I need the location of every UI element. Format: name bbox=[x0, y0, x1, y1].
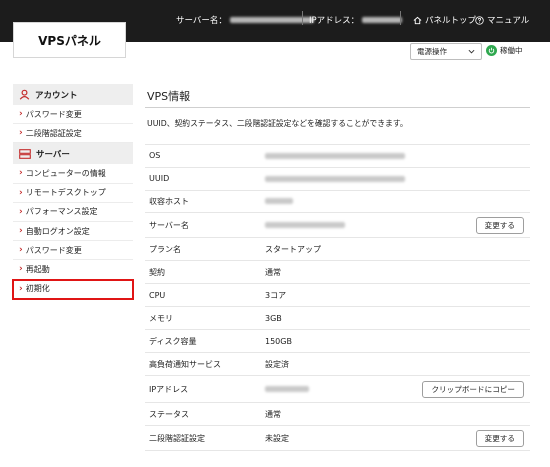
info-label: IPアドレス bbox=[149, 384, 189, 394]
chevron-right-icon: › bbox=[19, 226, 23, 237]
sidebar-item-initialize[interactable]: › 初期化 bbox=[12, 278, 134, 300]
sidebar-item-auto-logon[interactable]: › 自動ログオン設定 bbox=[13, 222, 133, 242]
vps-info-panel: VPS情報 UUID、契約ステータス、二段階認証設定などを確認することができます… bbox=[145, 84, 530, 452]
chevron-right-icon: › bbox=[19, 168, 23, 179]
app-logo[interactable]: VPSパネル bbox=[13, 22, 126, 58]
info-value: 150GB bbox=[265, 336, 292, 346]
info-label: UUID bbox=[149, 174, 170, 184]
header-divider bbox=[302, 11, 303, 25]
info-row-contract: 契約 通常 bbox=[145, 260, 530, 283]
page-description: UUID、契約ステータス、二段階認証設定などを確認することができます。 bbox=[147, 119, 408, 128]
host-value-redacted bbox=[265, 198, 293, 205]
sidebar-item-label: パスワード変更 bbox=[25, 245, 82, 255]
server-name-label: サーバー名： bbox=[176, 16, 227, 26]
info-label: 契約 bbox=[149, 267, 165, 277]
info-label: ステータス bbox=[149, 409, 189, 419]
change-two-factor-button[interactable]: 変更する bbox=[475, 430, 524, 448]
server-name-value-redacted bbox=[265, 222, 345, 229]
info-label: メモリ bbox=[149, 313, 173, 323]
header-divider bbox=[400, 11, 401, 25]
manual-link[interactable]: マニュアル bbox=[475, 14, 529, 26]
ip-address-info: IPアドレス： bbox=[309, 14, 403, 26]
user-icon bbox=[19, 89, 30, 100]
info-row-cpu: CPU 3コア bbox=[145, 283, 530, 306]
sidebar-item-reboot[interactable]: › 再起動 bbox=[13, 260, 133, 280]
sidebar-item-label: 再起動 bbox=[25, 264, 50, 274]
info-row-memory: メモリ 3GB bbox=[145, 306, 530, 329]
sidebar-item-label: 二段階認証設定 bbox=[25, 128, 82, 138]
info-label: OS bbox=[149, 151, 161, 161]
server-icon bbox=[19, 149, 31, 159]
info-label: サーバー名 bbox=[149, 220, 189, 230]
chevron-right-icon: › bbox=[19, 245, 23, 256]
info-label: 高負荷通知サービス bbox=[149, 359, 221, 369]
copy-to-clipboard-button[interactable]: クリップボードにコピー bbox=[422, 381, 524, 399]
power-operation-value: 電源操作 bbox=[417, 47, 447, 56]
sidebar-item-label: リモートデスクトップ bbox=[25, 188, 106, 198]
sidebar-heading-account: アカウント bbox=[13, 84, 133, 105]
sidebar-item-label: コンピューターの情報 bbox=[25, 168, 106, 178]
chevron-right-icon: › bbox=[19, 206, 23, 217]
chevron-right-icon: › bbox=[19, 128, 23, 139]
info-row-load-alert: 高負荷通知サービス 設定済 bbox=[145, 352, 530, 375]
server-status: 稼働中 bbox=[486, 45, 523, 56]
sidebar-heading-label: サーバー bbox=[36, 149, 70, 160]
info-row-ip: IPアドレス クリップボードにコピー bbox=[145, 375, 530, 402]
sidebar-item-two-factor[interactable]: › 二段階認証設定 bbox=[13, 124, 133, 144]
sidebar-heading-label: アカウント bbox=[35, 90, 78, 101]
chevron-right-icon: › bbox=[19, 283, 23, 294]
sidebar-item-label: パスワード変更 bbox=[25, 109, 82, 119]
info-row-os: OS bbox=[145, 144, 530, 167]
power-operation-select[interactable]: 電源操作 bbox=[410, 43, 482, 60]
info-row-server-name: サーバー名 変更する bbox=[145, 212, 530, 237]
info-row-plan: プラン名 スタートアップ bbox=[145, 237, 530, 260]
info-label: プラン名 bbox=[149, 244, 181, 254]
chevron-right-icon: › bbox=[19, 187, 23, 198]
panel-top-link[interactable]: パネルトップ bbox=[413, 14, 476, 26]
sidebar-item-performance[interactable]: › パフォーマンス設定 bbox=[13, 203, 133, 222]
manual-label: マニュアル bbox=[487, 16, 530, 26]
info-row-host: 収容ホスト bbox=[145, 189, 530, 213]
server-name-info: サーバー名： bbox=[176, 14, 314, 26]
change-server-name-button[interactable]: 変更する bbox=[475, 217, 524, 235]
sidebar-item-server-password[interactable]: › パスワード変更 bbox=[13, 241, 133, 261]
ip-address-label: IPアドレス： bbox=[309, 16, 360, 26]
chevron-down-icon bbox=[468, 49, 475, 54]
info-label: 収容ホスト bbox=[149, 196, 189, 206]
info-value: 通常 bbox=[265, 267, 281, 277]
info-value: 通常 bbox=[265, 409, 281, 419]
sidebar-item-remote-desktop[interactable]: › リモートデスクトップ bbox=[13, 184, 133, 203]
sidebar-item-computer-info[interactable]: › コンピューターの情報 bbox=[13, 164, 133, 184]
info-row-status: ステータス 通常 bbox=[145, 402, 530, 425]
sidebar-item-label: 自動ログオン設定 bbox=[25, 226, 90, 236]
info-label: 二段階認証設定 bbox=[149, 433, 205, 443]
sidebar-item-label: パフォーマンス設定 bbox=[25, 207, 98, 217]
help-icon bbox=[475, 15, 484, 25]
chevron-right-icon: › bbox=[19, 109, 23, 120]
info-value: 設定済 bbox=[265, 359, 289, 369]
sidebar-heading-server: サーバー bbox=[13, 143, 133, 165]
chevron-right-icon: › bbox=[19, 264, 23, 275]
info-value: 3コア bbox=[265, 290, 287, 300]
sidebar-item-label: 初期化 bbox=[25, 284, 50, 294]
ip-value-redacted bbox=[265, 386, 309, 393]
info-row-disk: ディスク容量 150GB bbox=[145, 329, 530, 352]
info-row-two-factor: 二段階認証設定 未設定 変更する bbox=[145, 425, 530, 452]
info-value: スタートアップ bbox=[265, 244, 321, 254]
sidebar-item-account-password[interactable]: › パスワード変更 bbox=[13, 105, 133, 125]
info-value: 3GB bbox=[265, 313, 282, 323]
info-label: ディスク容量 bbox=[149, 336, 197, 346]
power-icon bbox=[486, 45, 497, 56]
ip-address-redacted bbox=[362, 17, 403, 23]
uuid-value-redacted bbox=[265, 175, 405, 182]
os-value-redacted bbox=[265, 152, 405, 159]
panel-top-label: パネルトップ bbox=[425, 16, 477, 26]
info-label: CPU bbox=[149, 290, 166, 300]
page-title: VPS情報 bbox=[145, 84, 530, 108]
status-label: 稼働中 bbox=[500, 46, 523, 55]
info-row-uuid: UUID bbox=[145, 166, 530, 190]
sidebar: アカウント › パスワード変更 › 二段階認証設定 サーバー › コンピューターの情報… bbox=[12, 84, 134, 300]
home-icon bbox=[413, 16, 422, 24]
